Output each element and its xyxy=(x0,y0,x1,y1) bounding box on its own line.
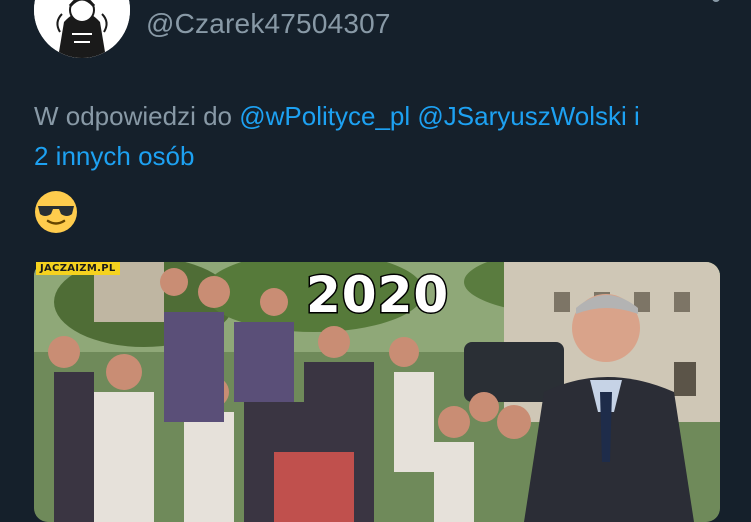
mention-link-jsaryuszwolski[interactable]: @JSaryuszWolski xyxy=(417,101,626,131)
media-overlay-year: 2020 xyxy=(304,265,450,326)
sunglasses-emoji-icon xyxy=(34,190,78,234)
others-link[interactable]: 2 innych osób xyxy=(34,141,194,171)
avatar-illustration xyxy=(34,0,130,58)
media-watermark: JACZAIZM.PL xyxy=(36,262,120,275)
reply-and-text: i xyxy=(634,101,640,131)
more-options-icon[interactable] xyxy=(712,0,720,2)
reply-context: W odpowiedzi do @wPolityce_pl @JSaryuszW… xyxy=(34,96,724,176)
author-handle[interactable]: @Czarek47504307 xyxy=(146,8,391,40)
mention-link-wpolityce[interactable]: @wPolityce_pl xyxy=(239,101,410,131)
author-avatar[interactable] xyxy=(34,0,130,58)
reply-prefix: W odpowiedzi do xyxy=(34,101,232,131)
